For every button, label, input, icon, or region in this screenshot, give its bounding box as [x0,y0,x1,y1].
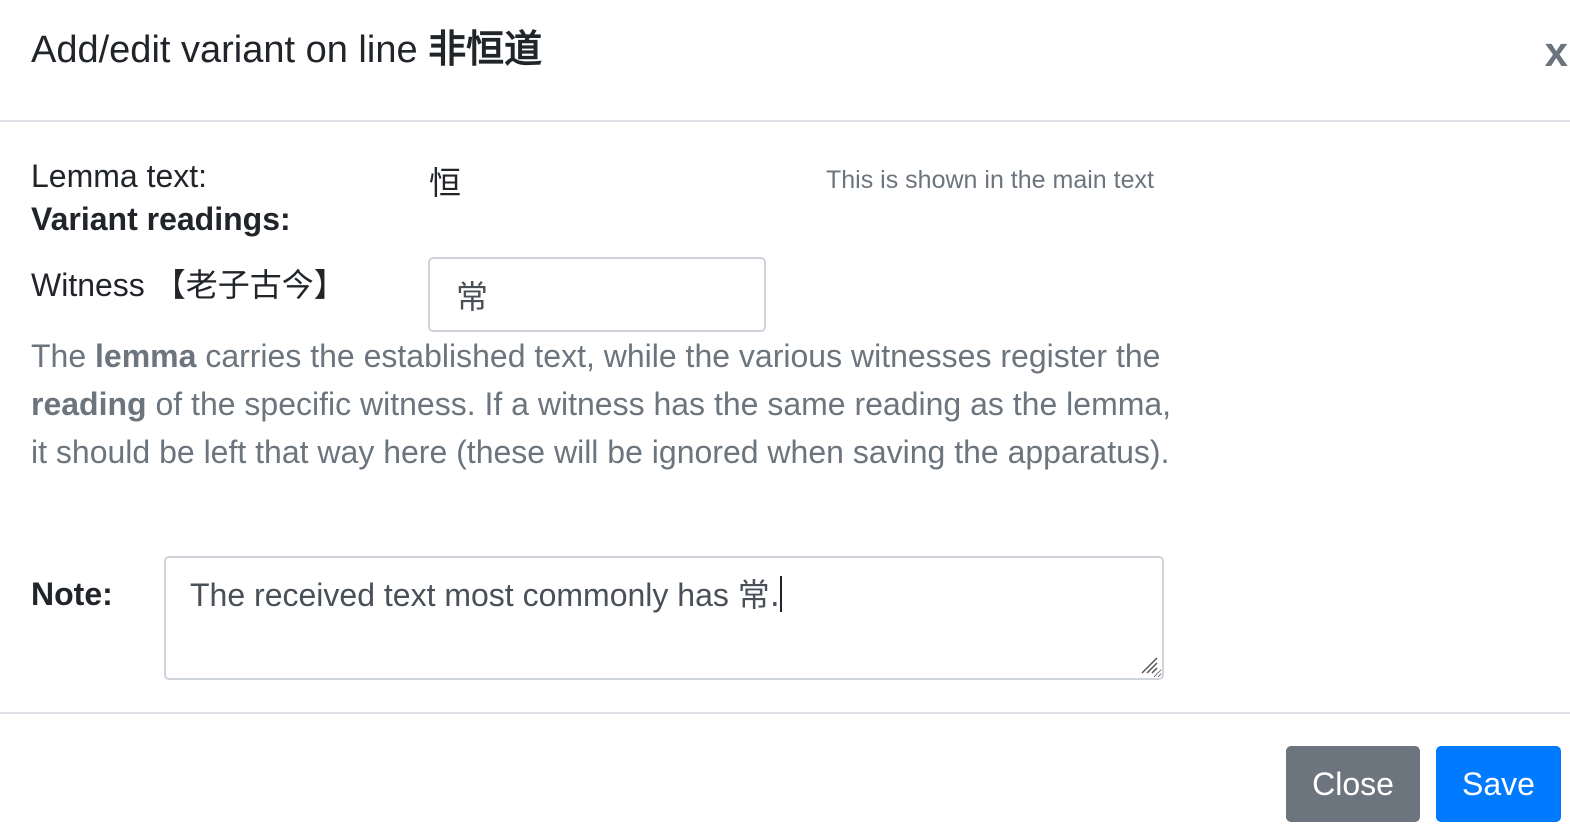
help-part-2: carries the established text, while the … [196,338,1161,374]
lemma-value: 恒 [429,164,462,202]
save-button[interactable]: Save [1436,746,1561,822]
help-text: The lemma carries the established text, … [31,332,1181,476]
lemma-hint: This is shown in the main text [826,166,1154,194]
note-text-prefix: The received text most commonly has [190,577,738,613]
witness-label-text: Witness [31,267,145,303]
close-icon[interactable]: x [1545,27,1568,77]
help-part-3: of the specific witness. If a witness ha… [31,386,1172,470]
note-text-cjk: 常. [737,576,780,614]
dialog-title-prefix: Add/edit variant on line [31,29,429,71]
text-caret [779,576,782,612]
dialog-title-line: 非恒道 [428,27,543,71]
dialog-title: Add/edit variant on line 非恒道 [31,24,542,75]
note-label: Note: [31,576,113,612]
note-text: The received text most commonly has 常. [190,576,780,614]
dialog-header: Add/edit variant on line 非恒道 x [0,0,1570,122]
variant-dialog: Add/edit variant on line 非恒道 x Lemma tex… [0,0,1570,838]
help-term-lemma: lemma [95,338,197,374]
help-term-reading: reading [31,386,147,422]
witness-label: Witness 【老子古今】 [31,260,346,306]
help-part-1: The [31,338,96,374]
resize-grip-icon[interactable] [1140,656,1158,674]
variant-readings-heading: Variant readings: [31,201,291,237]
note-textarea[interactable]: The received text most commonly has 常. [164,556,1164,680]
witness-reading-input[interactable] [428,257,766,332]
close-button[interactable]: Close [1286,746,1420,822]
witness-name: 【老子古今】 [153,266,346,304]
lemma-label: Lemma text: [31,158,208,194]
